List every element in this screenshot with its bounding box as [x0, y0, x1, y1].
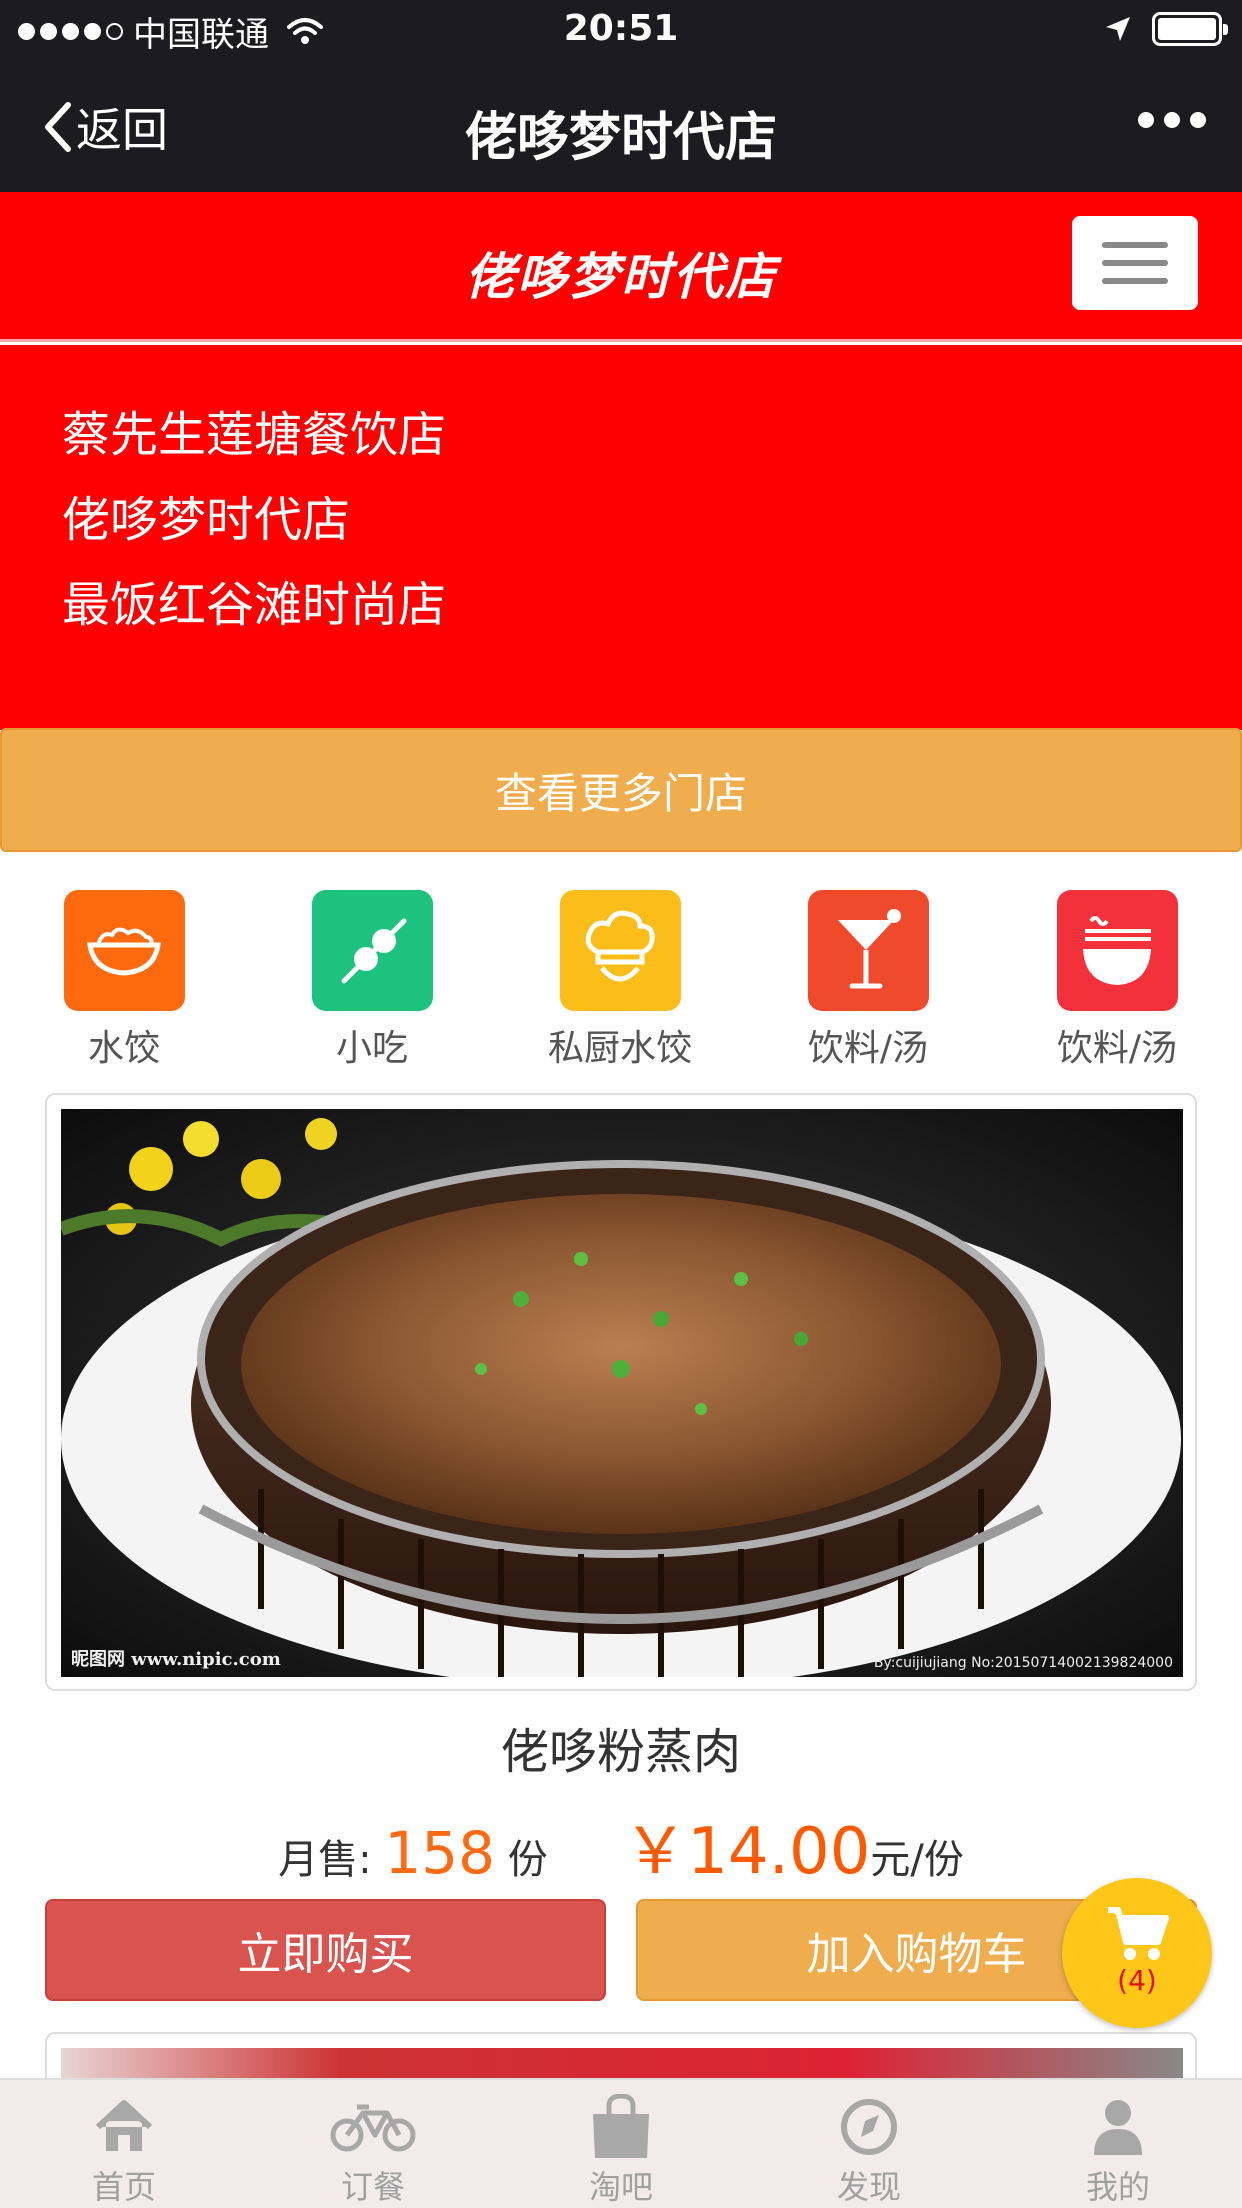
- sales-label: 月售:: [278, 1837, 372, 1883]
- location-arrow-icon: [1106, 17, 1130, 41]
- bicycle-icon: [298, 2094, 448, 2160]
- store-link-2[interactable]: 最饭红谷滩时尚店: [62, 565, 446, 635]
- hamburger-menu-button[interactable]: [1072, 216, 1198, 310]
- tab-discover[interactable]: 发现: [794, 2094, 944, 2208]
- category-private-dumplings[interactable]: 私厨水饺: [530, 890, 710, 1071]
- store-link-1[interactable]: 佬哆梦时代店: [62, 480, 350, 550]
- tab-taoba[interactable]: 淘吧: [546, 2094, 696, 2208]
- bottom-tab-bar: 首页 订餐 淘吧 发现 我的: [0, 2078, 1242, 2208]
- more-dot: [1190, 112, 1206, 128]
- clock: 20:51: [563, 8, 679, 49]
- more-dot: [1164, 112, 1180, 128]
- price-unit: 元/份: [870, 1837, 964, 1883]
- nav-bar: 返回 佬哆梦时代店: [0, 62, 1242, 192]
- more-stores-button[interactable]: 查看更多门店: [0, 728, 1242, 852]
- hamburger-icon: [1102, 242, 1168, 248]
- noodle-bowl-icon: [1056, 890, 1178, 1011]
- more-dot: [1138, 112, 1154, 128]
- bowl-icon: [63, 890, 185, 1011]
- tab-label: 首页: [91, 2168, 156, 2206]
- status-right: [1104, 12, 1228, 46]
- store-brand-logo: 佬哆梦时代店: [465, 247, 777, 306]
- watermark-left: 昵图网 www.nipic.com: [71, 1649, 281, 1670]
- status-bar: 中国联通 20:51: [0, 0, 1242, 62]
- price-value: 14.00: [687, 1815, 871, 1889]
- steamed-pork-image: [61, 1109, 1183, 1677]
- battery-icon: [1152, 12, 1228, 46]
- chef-hat-icon: [559, 890, 681, 1011]
- tab-label: 我的: [1085, 2168, 1150, 2206]
- shopping-cart-icon: [1108, 1907, 1169, 1960]
- sales-count: 158: [384, 1819, 496, 1887]
- tab-mine[interactable]: 我的: [1043, 2094, 1193, 2208]
- page-title: 佬哆梦时代店: [464, 108, 777, 168]
- category-label: 水饺: [87, 1028, 160, 1069]
- tab-order[interactable]: 订餐: [298, 2094, 448, 2208]
- compass-icon: [794, 2094, 944, 2160]
- tab-home[interactable]: 首页: [49, 2094, 199, 2208]
- cocktail-icon: [807, 890, 929, 1011]
- store-header: 佬哆梦时代店: [0, 192, 1242, 342]
- watermark-right: By:cuijiujiang No:20150714002139824000: [873, 1655, 1173, 1671]
- buy-now-button[interactable]: 立即购买: [45, 1899, 606, 2001]
- category-snacks[interactable]: 小吃: [282, 890, 462, 1071]
- category-drinks[interactable]: 饮料/汤: [778, 890, 958, 1071]
- shopping-bag-icon: [546, 2094, 696, 2160]
- price-symbol: ￥: [623, 1815, 688, 1889]
- category-soups[interactable]: 饮料/汤: [1027, 890, 1207, 1071]
- category-label: 小吃: [335, 1028, 408, 1069]
- product-photo[interactable]: 昵图网 www.nipic.com By:cuijiujiang No:2015…: [61, 1109, 1183, 1677]
- cart-count-badge: (4): [1117, 1964, 1157, 1997]
- floating-cart-button[interactable]: (4): [1062, 1878, 1212, 2028]
- category-dumplings[interactable]: 水饺: [34, 890, 214, 1071]
- user-icon: [1043, 2094, 1193, 2160]
- tab-label: 淘吧: [588, 2168, 653, 2206]
- category-label: 私厨水饺: [547, 1028, 692, 1069]
- category-label: 饮料/汤: [807, 1028, 929, 1069]
- tab-label: 订餐: [340, 2168, 405, 2206]
- product-card[interactable]: 昵图网 www.nipic.com By:cuijiujiang No:2015…: [45, 1093, 1197, 1691]
- category-label: 饮料/汤: [1056, 1028, 1178, 1069]
- skewer-icon: [311, 890, 433, 1011]
- home-icon: [49, 2094, 199, 2160]
- tab-label: 发现: [836, 2168, 901, 2206]
- store-dropdown: 蔡先生莲塘餐饮店 佬哆梦时代店 最饭红谷滩时尚店: [0, 345, 1242, 730]
- store-link-0[interactable]: 蔡先生莲塘餐饮店: [62, 395, 446, 465]
- product-stats: 月售: 158 份 ￥14.00元/份: [0, 1800, 1242, 1892]
- more-options-button[interactable]: [1138, 112, 1206, 128]
- product-name: 佬哆粉蒸肉: [500, 1724, 741, 1780]
- sales-unit: 份: [507, 1837, 548, 1883]
